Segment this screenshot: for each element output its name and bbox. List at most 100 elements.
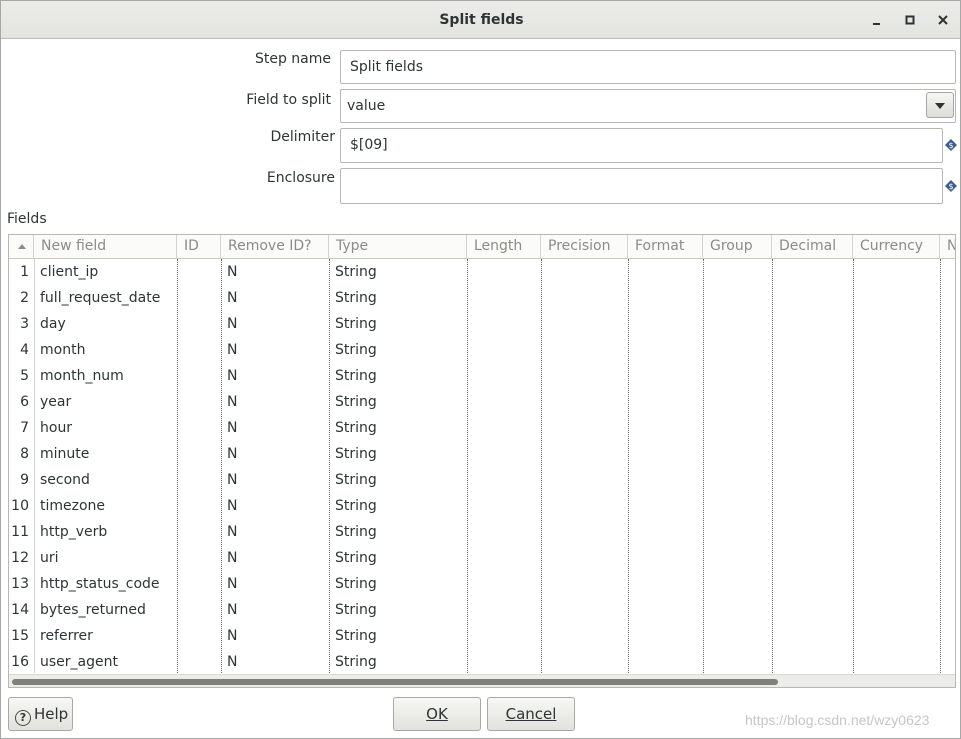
cell-remove-id[interactable]: N <box>221 442 329 468</box>
cell-new-field[interactable]: http_status_code <box>34 572 177 598</box>
row-number[interactable]: 11 <box>9 520 34 546</box>
cell-new-field[interactable]: uri <box>34 546 177 572</box>
cell-remove-id[interactable]: N <box>221 650 329 676</box>
row-number[interactable]: 4 <box>9 338 34 364</box>
cell-remove-id[interactable]: N <box>221 520 329 546</box>
cell-remove-id[interactable]: N <box>221 338 329 364</box>
column-header-group[interactable]: Group <box>703 235 772 259</box>
close-button[interactable] <box>933 10 953 30</box>
cell-new-field[interactable]: referrer <box>34 624 177 650</box>
row-number[interactable]: 9 <box>9 468 34 494</box>
table-row[interactable]: 10 timezone N String <box>9 494 955 520</box>
cell-type[interactable]: String <box>329 650 467 676</box>
cell-new-field[interactable]: bytes_returned <box>34 598 177 624</box>
table-row[interactable]: 14 bytes_returned N String <box>9 598 955 624</box>
table-row[interactable]: 4 month N String <box>9 338 955 364</box>
field-to-split-combo[interactable]: value <box>340 89 956 123</box>
column-header-nullif[interactable]: N <box>940 235 955 259</box>
column-header-type[interactable]: Type <box>329 235 467 259</box>
cell-id[interactable] <box>177 338 221 364</box>
row-number[interactable]: 13 <box>9 572 34 598</box>
row-number[interactable]: 12 <box>9 546 34 572</box>
delimiter-input[interactable]: $[09] <box>340 128 943 163</box>
cell-type[interactable]: String <box>329 416 467 442</box>
help-button[interactable]: ? Help <box>8 697 73 731</box>
cell-new-field[interactable]: client_ip <box>34 260 177 286</box>
cell-id[interactable] <box>177 650 221 676</box>
row-number[interactable]: 10 <box>9 494 34 520</box>
table-row[interactable]: 2 full_request_date N String <box>9 286 955 312</box>
row-number[interactable]: 14 <box>9 598 34 624</box>
cell-type[interactable]: String <box>329 260 467 286</box>
table-row[interactable]: 6 year N String <box>9 390 955 416</box>
cell-type[interactable]: String <box>329 546 467 572</box>
cell-remove-id[interactable]: N <box>221 598 329 624</box>
cell-new-field[interactable]: timezone <box>34 494 177 520</box>
cell-new-field[interactable]: month <box>34 338 177 364</box>
cell-remove-id[interactable]: N <box>221 260 329 286</box>
cell-new-field[interactable]: full_request_date <box>34 286 177 312</box>
cell-new-field[interactable]: second <box>34 468 177 494</box>
cell-remove-id[interactable]: N <box>221 468 329 494</box>
cell-type[interactable]: String <box>329 598 467 624</box>
cancel-button[interactable]: Cancel <box>487 697 575 731</box>
title-bar[interactable]: Split fields <box>1 1 960 39</box>
cell-id[interactable] <box>177 260 221 286</box>
table-row[interactable]: 11 http_verb N String <box>9 520 955 546</box>
cell-id[interactable] <box>177 494 221 520</box>
cell-id[interactable] <box>177 572 221 598</box>
row-number[interactable]: 8 <box>9 442 34 468</box>
table-row[interactable]: 1 client_ip N String <box>9 260 955 286</box>
table-row[interactable]: 3 day N String <box>9 312 955 338</box>
cell-id[interactable] <box>177 364 221 390</box>
row-number[interactable]: 2 <box>9 286 34 312</box>
cell-new-field[interactable]: minute <box>34 442 177 468</box>
variable-diamond-icon[interactable]: $ <box>945 139 957 151</box>
cell-id[interactable] <box>177 598 221 624</box>
cell-remove-id[interactable]: N <box>221 364 329 390</box>
field-to-split-dropdown-button[interactable] <box>926 92 954 118</box>
table-row[interactable]: 8 minute N String <box>9 442 955 468</box>
column-header-length[interactable]: Length <box>467 235 541 259</box>
cell-remove-id[interactable]: N <box>221 390 329 416</box>
row-number[interactable]: 16 <box>9 650 34 676</box>
cell-type[interactable]: String <box>329 624 467 650</box>
cell-type[interactable]: String <box>329 338 467 364</box>
table-row[interactable]: 5 month_num N String <box>9 364 955 390</box>
column-header-id[interactable]: ID <box>177 235 221 259</box>
cell-id[interactable] <box>177 546 221 572</box>
enclosure-input[interactable] <box>340 168 943 204</box>
cell-type[interactable]: String <box>329 494 467 520</box>
cell-id[interactable] <box>177 624 221 650</box>
cell-type[interactable]: String <box>329 442 467 468</box>
cell-type[interactable]: String <box>329 312 467 338</box>
row-number[interactable]: 7 <box>9 416 34 442</box>
cell-id[interactable] <box>177 286 221 312</box>
scrollbar-thumb[interactable] <box>12 679 778 685</box>
step-name-input[interactable]: Split fields <box>340 50 956 84</box>
cell-remove-id[interactable]: N <box>221 494 329 520</box>
cell-id[interactable] <box>177 416 221 442</box>
table-row[interactable]: 7 hour N String <box>9 416 955 442</box>
table-row[interactable]: 12 uri N String <box>9 546 955 572</box>
row-number[interactable]: 15 <box>9 624 34 650</box>
table-row[interactable]: 13 http_status_code N String <box>9 572 955 598</box>
cell-id[interactable] <box>177 468 221 494</box>
cell-new-field[interactable]: month_num <box>34 364 177 390</box>
cell-id[interactable] <box>177 390 221 416</box>
cell-remove-id[interactable]: N <box>221 546 329 572</box>
table-row[interactable]: 9 second N String <box>9 468 955 494</box>
column-header-currency[interactable]: Currency <box>853 235 940 259</box>
cell-id[interactable] <box>177 312 221 338</box>
row-number-header[interactable] <box>9 235 34 259</box>
row-number[interactable]: 3 <box>9 312 34 338</box>
maximize-button[interactable] <box>900 10 920 30</box>
cell-remove-id[interactable]: N <box>221 286 329 312</box>
cell-new-field[interactable]: hour <box>34 416 177 442</box>
cell-new-field[interactable]: user_agent <box>34 650 177 676</box>
cell-id[interactable] <box>177 520 221 546</box>
cell-new-field[interactable]: day <box>34 312 177 338</box>
fields-table[interactable]: New field ID Remove ID? Type Length Prec… <box>8 234 956 688</box>
table-row[interactable]: 16 user_agent N String <box>9 650 955 676</box>
ok-button[interactable]: OK <box>393 697 481 731</box>
